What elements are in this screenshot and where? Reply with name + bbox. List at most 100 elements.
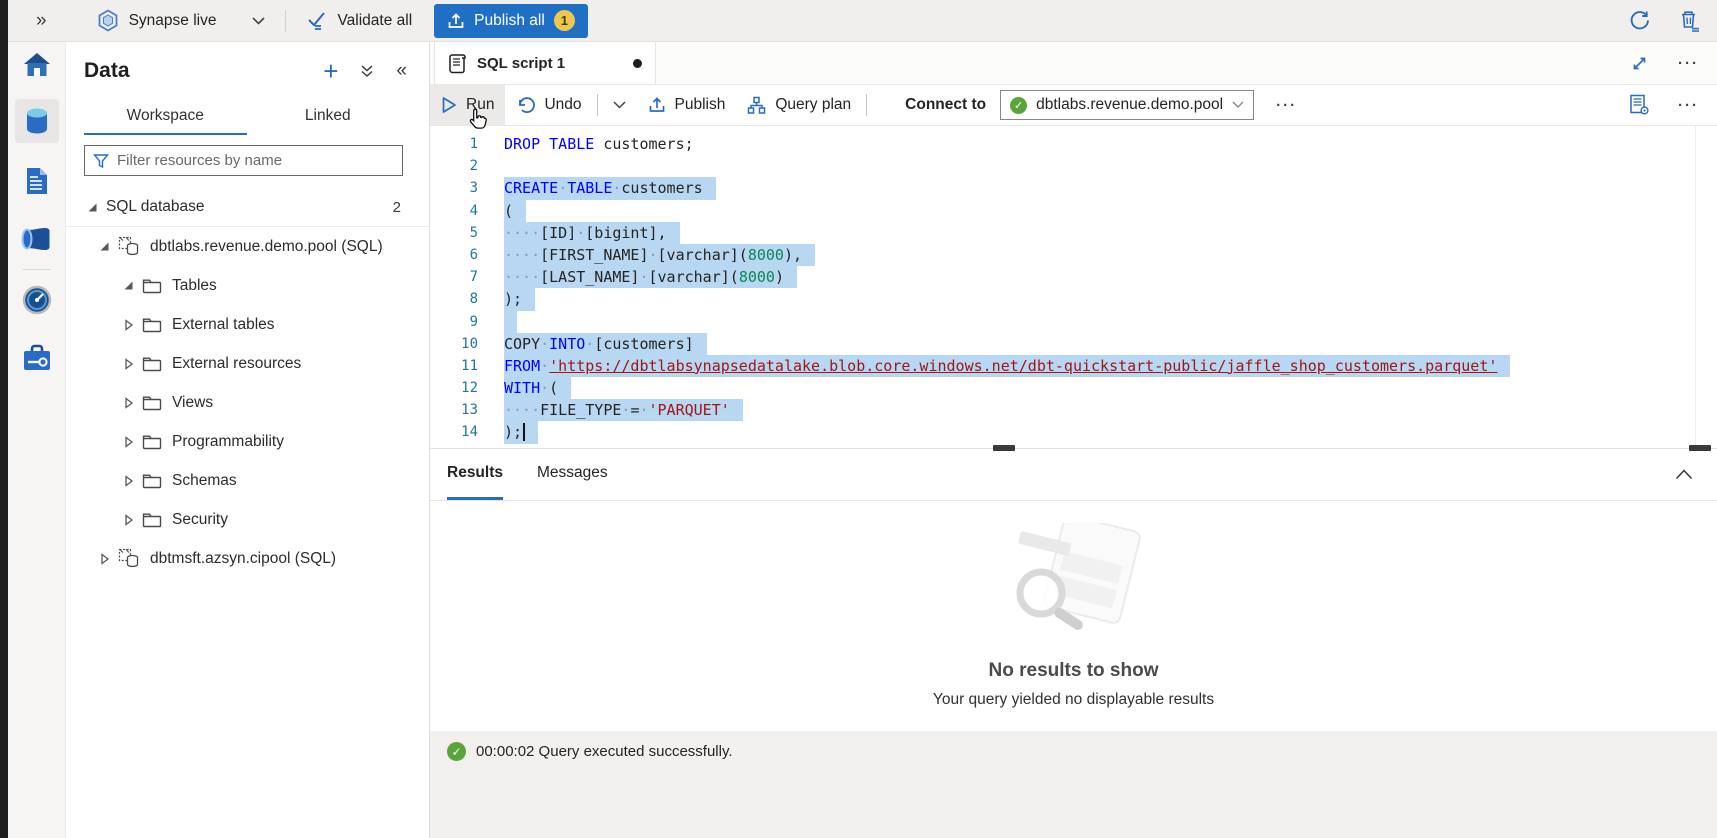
rail-integrate-button[interactable]	[15, 217, 59, 261]
expand-menu-icon[interactable]: »	[36, 10, 47, 32]
collapse-panel-icon[interactable]: «	[396, 60, 407, 82]
pool-dropdown[interactable]: ✓ dbtlabs.revenue.demo.pool	[1000, 90, 1254, 120]
collapsed-icon[interactable]	[120, 475, 136, 487]
expanded-icon[interactable]	[96, 241, 112, 252]
rail-develop-button[interactable]	[15, 159, 59, 203]
synapse-live-icon	[97, 9, 119, 32]
manage-icon	[22, 344, 52, 372]
tab-more-icon[interactable]: ···	[1678, 55, 1699, 72]
code-line[interactable]: 9	[430, 311, 1717, 333]
publish-button[interactable]: Publish	[637, 85, 737, 125]
empty-state-title: No results to show	[989, 660, 1159, 682]
tree-item[interactable]: External tables	[66, 305, 429, 344]
rail-divider	[23, 269, 51, 270]
results-tabbar: Results Messages	[430, 449, 1717, 501]
line-number: 4	[430, 200, 478, 222]
tree-item[interactable]: dbtlabs.revenue.demo.pool (SQL)	[66, 227, 429, 266]
run-icon	[441, 96, 457, 114]
collapsed-icon[interactable]	[120, 319, 136, 331]
tree-item[interactable]: dbtmsft.azsyn.cipool (SQL)	[66, 539, 429, 578]
toolbar-more-icon[interactable]: ···	[1276, 97, 1297, 114]
properties-icon[interactable]	[1629, 94, 1650, 116]
collapse-results-icon[interactable]	[1675, 449, 1693, 500]
expand-all-icon[interactable]	[360, 64, 374, 78]
text-cursor	[523, 423, 525, 441]
code-text: ····FILE_TYPE·=·'PARQUET'	[504, 399, 743, 421]
collapsed-icon[interactable]	[120, 514, 136, 526]
code-text: CREATE·TABLE·customers	[504, 177, 716, 199]
filter-input[interactable]	[117, 152, 394, 169]
code-line[interactable]: 1DROP TABLE customers;	[430, 133, 1717, 155]
empty-state-subtitle: Your query yielded no displayable result…	[933, 691, 1214, 709]
collapsed-icon[interactable]	[120, 397, 136, 409]
splitter-handle-right[interactable]	[1689, 445, 1711, 451]
tab-results[interactable]: Results	[447, 449, 503, 500]
tree-item[interactable]: Views	[66, 383, 429, 422]
discard-all-icon[interactable]	[1679, 9, 1701, 33]
validate-all-button[interactable]: Validate all	[306, 11, 412, 31]
code-line[interactable]: 8);	[430, 288, 1717, 310]
rail-home-button[interactable]	[15, 43, 59, 87]
expanded-icon[interactable]	[84, 202, 100, 213]
home-icon	[22, 51, 52, 79]
more-commands-icon[interactable]: ···	[1678, 97, 1699, 114]
code-line[interactable]: 6····[FIRST_NAME]·[varchar](8000),	[430, 244, 1717, 266]
rail-manage-button[interactable]	[15, 336, 59, 380]
expanded-icon[interactable]	[120, 280, 136, 291]
code-text: COPY·INTO·[customers]	[504, 333, 707, 355]
unsaved-indicator	[633, 59, 642, 68]
code-line[interactable]: 10COPY·INTO·[customers]	[430, 333, 1717, 355]
tab-linked[interactable]: Linked	[247, 98, 410, 135]
window-edge	[0, 0, 8, 838]
tab-workspace[interactable]: Workspace	[84, 98, 247, 135]
develop-icon	[24, 166, 50, 196]
refresh-icon[interactable]	[1628, 9, 1651, 32]
tree-item-label: dbtlabs.revenue.demo.pool (SQL)	[150, 238, 383, 256]
folder-icon	[142, 434, 162, 450]
code-line[interactable]: 14);	[430, 421, 1717, 443]
line-number: 7	[430, 266, 478, 288]
tree-item[interactable]: SQL database2	[66, 188, 429, 227]
code-text: ····[FIRST_NAME]·[varchar](8000),	[504, 244, 815, 266]
publish-all-button[interactable]: Publish all 1	[434, 4, 588, 38]
code-line[interactable]: 2	[430, 155, 1717, 177]
tree-item-label: Tables	[172, 277, 217, 295]
code-line[interactable]: 4(	[430, 200, 1717, 222]
tree-item[interactable]: Tables	[66, 266, 429, 305]
tree-item[interactable]: External resources	[66, 344, 429, 383]
rail-monitor-button[interactable]	[15, 278, 59, 322]
code-text: FROM·'https://dbtlabsynapsedatalake.blob…	[504, 355, 1510, 377]
code-line[interactable]: 7····[LAST_NAME]·[varchar](8000)	[430, 266, 1717, 288]
expand-editor-icon[interactable]	[1631, 55, 1648, 72]
undo-button[interactable]: Undo	[505, 85, 592, 125]
pool-status-icon: ✓	[1010, 97, 1027, 114]
tab-sql-script-1[interactable]: SQL script 1	[434, 42, 656, 84]
line-number: 9	[430, 311, 478, 333]
add-resource-icon[interactable]: +	[323, 60, 338, 82]
app-rail	[8, 42, 66, 838]
rail-data-button[interactable]	[15, 99, 59, 143]
tree-item[interactable]: Security	[66, 500, 429, 539]
collapsed-icon[interactable]	[120, 358, 136, 370]
data-panel-tabs: Workspace Linked	[84, 98, 409, 135]
code-line[interactable]: 12WITH·(	[430, 377, 1717, 399]
code-line[interactable]: 13····FILE_TYPE·=·'PARQUET'	[430, 399, 1717, 421]
tree-item-label: External resources	[172, 355, 301, 373]
code-line[interactable]: 11 FROM·'https://dbtlabsynapsedatalake.bl…	[430, 355, 1717, 377]
line-number: 11	[430, 355, 478, 377]
collapsed-icon[interactable]	[120, 436, 136, 448]
line-number: 5	[430, 222, 478, 244]
tree-item[interactable]: Programmability	[66, 422, 429, 461]
splitter-handle[interactable]	[993, 445, 1015, 451]
tab-messages[interactable]: Messages	[537, 449, 608, 500]
code-line[interactable]: 5····[ID]·[bigint],	[430, 222, 1717, 244]
code-line[interactable]: 3CREATE·TABLE·customers	[430, 177, 1717, 199]
tree-item[interactable]: Schemas	[66, 461, 429, 500]
environment-switcher[interactable]: Synapse live	[97, 9, 266, 32]
collapsed-icon[interactable]	[96, 553, 112, 565]
run-options-chevron[interactable]	[602, 85, 637, 125]
editor-minimap[interactable]	[1695, 126, 1717, 448]
sql-script-icon	[448, 53, 467, 74]
query-plan-button[interactable]: Query plan	[736, 85, 862, 125]
code-editor[interactable]: 1DROP TABLE customers;23CREATE·TABLE·cus…	[430, 126, 1717, 449]
